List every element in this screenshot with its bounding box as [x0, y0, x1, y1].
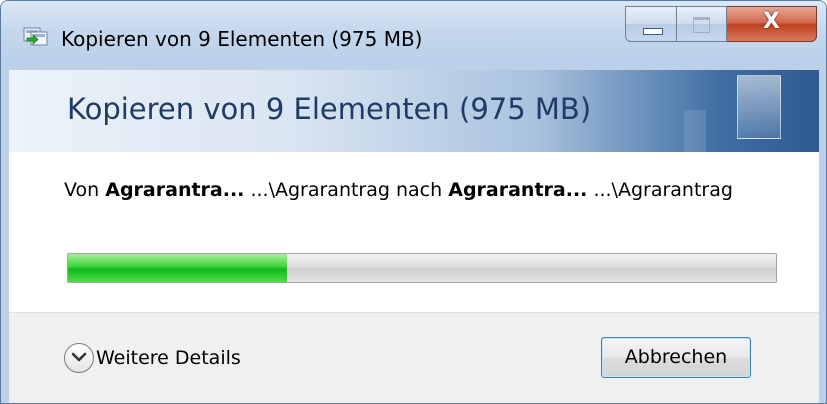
progress-fill [68, 254, 288, 282]
dialog-heading: Kopieren von 9 Elementen (975 MB) [67, 92, 592, 126]
copy-files-icon [23, 26, 49, 46]
cancel-button[interactable]: Abbrechen [601, 337, 751, 378]
header-decoration [684, 110, 706, 152]
destination-name[interactable]: Agrarantra... [448, 179, 587, 201]
chevron-down-icon[interactable] [64, 343, 94, 373]
source-path: ...\Agrarantrag [250, 179, 390, 201]
from-word: Von [64, 179, 100, 201]
header-decoration [737, 75, 781, 139]
copy-dialog-window: Kopieren von 9 Elementen (975 MB) X Kopi… [0, 0, 827, 404]
window-title: Kopieren von 9 Elementen (975 MB) [61, 27, 423, 51]
minimize-icon [643, 28, 663, 35]
minimize-button[interactable] [625, 6, 677, 42]
transfer-path-line: Von Agrarantra... ...\Agrarantrag nach A… [64, 179, 799, 201]
content-area: Von Agrarantra... ...\Agrarantrag nach A… [9, 152, 819, 312]
more-details-label[interactable]: Weitere Details [96, 347, 241, 369]
destination-path: ...\Agrarantrag [593, 179, 733, 201]
caption-buttons: X [625, 6, 817, 42]
maximize-icon [693, 17, 710, 33]
title-bar[interactable]: Kopieren von 9 Elementen (975 MB) X [1, 1, 826, 65]
source-name[interactable]: Agrarantra... [105, 179, 244, 201]
more-details-toggle[interactable]: Weitere Details [64, 343, 241, 373]
close-button[interactable]: X [727, 6, 817, 42]
dialog-footer: Weitere Details Abbrechen [9, 312, 819, 403]
copy-progress-bar [67, 253, 777, 283]
header-band: Kopieren von 9 Elementen (975 MB) [9, 70, 819, 152]
close-icon: X [763, 9, 780, 34]
maximize-button[interactable] [677, 6, 727, 42]
to-word: nach [396, 179, 443, 201]
